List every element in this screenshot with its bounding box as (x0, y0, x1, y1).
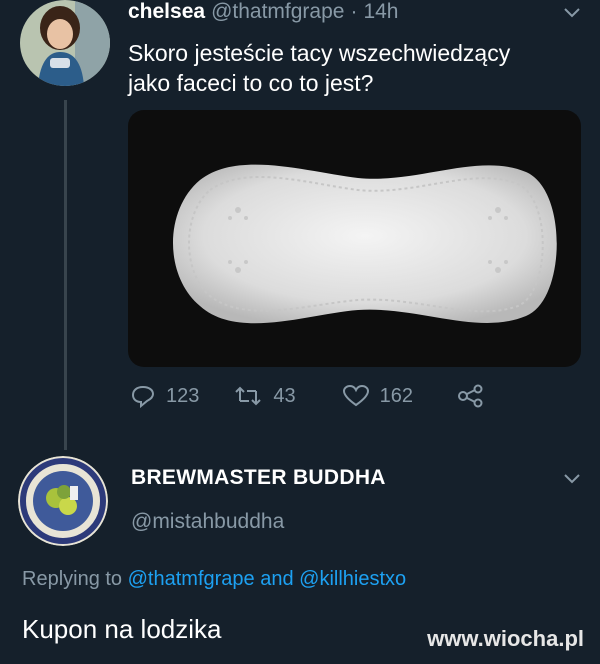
replying-to-line: Replying to @thatmfgrape and @killhiestx… (22, 568, 406, 591)
heart-icon (342, 384, 369, 407)
reply-icon (131, 385, 155, 408)
reply-author-name[interactable]: BREWMASTER BUDDHA (131, 466, 386, 490)
tweet-text-line2: jako faceci to co to jest? (128, 70, 374, 96)
retweet-action[interactable]: 43 (233, 384, 296, 408)
tweet-timestamp[interactable]: 14h (363, 0, 398, 24)
replying-to-and: and (260, 568, 294, 590)
tweet-action-bar: 123 43 162 (130, 384, 529, 408)
reply-action[interactable]: 123 (130, 384, 199, 408)
tweet-author-name[interactable]: chelsea (128, 0, 205, 24)
thread-line (64, 100, 67, 450)
replying-to-user-link-2[interactable]: @killhiestxo (299, 568, 406, 590)
like-count: 162 (379, 384, 413, 407)
reply-text: Kupon na lodzika (22, 614, 222, 644)
replying-to-user-link[interactable]: @thatmfgrape (128, 568, 255, 590)
chevron-down-icon[interactable] (563, 6, 581, 24)
share-action[interactable] (457, 384, 495, 408)
like-action[interactable]: 162 (342, 384, 413, 408)
retweet-icon (235, 386, 262, 406)
reply-author-handle[interactable]: @mistahbuddha (131, 510, 284, 534)
tweet-header: chelsea @thatmfgrape · 14h (128, 0, 399, 28)
share-icon (458, 384, 483, 408)
replying-to-prefix: Replying to (22, 568, 123, 590)
reply-chevron-down-icon[interactable] (563, 472, 581, 490)
retweet-count: 43 (273, 384, 296, 407)
header-separator: · (350, 0, 358, 23)
tweet-text-line1: Skoro jesteście tacy wszechwiedzący (128, 40, 511, 66)
tweet-author-handle[interactable]: @thatmfgrape (211, 0, 344, 24)
tweet-media-image[interactable] (128, 110, 581, 367)
reply-author-avatar[interactable] (18, 456, 108, 546)
reply-count: 123 (166, 384, 200, 407)
tweet-text: Skoro jesteście tacy wszechwiedzący jako… (128, 38, 510, 98)
watermark: www.wiocha.pl (427, 626, 584, 651)
tweet-author-avatar[interactable] (20, 0, 110, 86)
